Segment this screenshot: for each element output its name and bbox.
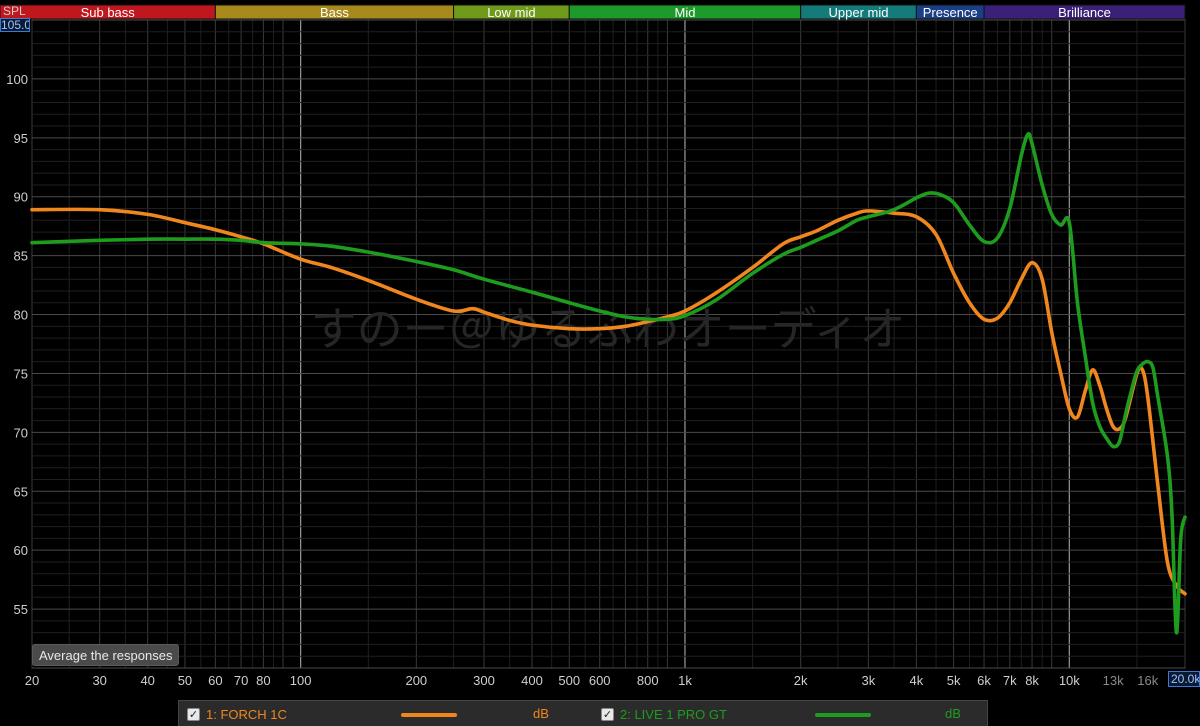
x-tick-label: 100 [290,673,312,688]
frequency-response-app: Sub bass Bass Low mid Mid Upper mid Presence B… [0,0,1200,726]
legend-item-2: ✓ 2: LIVE 1 PRO GT [601,705,727,723]
band-label: Upper mid [829,5,889,20]
x-tick-label: 40 [140,673,154,688]
x-tick-label: 13k [1103,673,1124,688]
legend-swatch-2 [815,713,871,717]
band-label: Presence [923,5,978,20]
legend-label-1: 1: FORCH 1C [206,706,287,722]
x-tick-label: 5k [947,673,961,688]
y-tick-label: 90 [14,190,28,205]
x-tick-label: 16k [1137,673,1158,688]
x-tick-label: 500 [558,673,580,688]
x-tick-label: 70 [234,673,248,688]
x-tick-label: 800 [637,673,659,688]
x-tick-label: 400 [521,673,543,688]
y-tick-label: 80 [14,308,28,323]
y-tick-label: 70 [14,425,28,440]
x-tick-label: 3k [861,673,875,688]
x-tick-label: 60 [208,673,222,688]
x-tick-label: 300 [473,673,495,688]
x-tick-label: 2k [794,673,808,688]
frequency-bands: Sub bass Bass Low mid Mid Upper mid Presence B… [0,4,1186,20]
frequency-response-chart: Sub bass Bass Low mid Mid Upper mid Presence B… [0,0,1200,726]
x-tick-label: 8k [1025,673,1039,688]
legend-bar: ✓ 1: FORCH 1C dB ✓ 2: LIVE 1 PRO GT dB [178,700,988,726]
x-tick-label: 10k [1059,673,1080,688]
band-label: Low mid [487,5,535,20]
band-label: Bass [320,5,349,20]
x-tick-label: 4k [909,673,923,688]
legend-unit-2: dB [945,706,961,721]
y-tick-label: 75 [14,366,28,381]
y-tick-label: 55 [14,602,28,617]
x-tick-label: 30 [92,673,106,688]
band-label: Brilliance [1058,5,1111,20]
y-tick-label: 85 [14,249,28,264]
checkmark-icon: ✓ [602,707,613,721]
x-tick-label: 7k [1003,673,1017,688]
checkmark-icon: ✓ [188,707,199,721]
y-tick-label: 95 [14,131,28,146]
x-tick-label: 1k [678,673,692,688]
y-tick-label: 60 [14,543,28,558]
series-2-checkbox[interactable]: ✓ [601,707,614,721]
y-tick-label: 100 [6,72,28,87]
series-1-checkbox[interactable]: ✓ [187,707,200,721]
y-max-input[interactable]: 105.00 [0,18,30,32]
legend-item-1: ✓ 1: FORCH 1C [187,705,287,723]
legend-label-2: 2: LIVE 1 PRO GT [620,706,727,722]
x-tick-label: 200 [405,673,427,688]
x-tick-label: 6k [977,673,991,688]
band-label: Mid [674,5,695,20]
x-tick-label: 20 [25,673,39,688]
y-tick-label: 65 [14,484,28,499]
x-tick-label: 600 [589,673,611,688]
average-responses-button[interactable]: Average the responses [32,644,180,666]
x-max-input[interactable]: 20.0k [1168,671,1200,687]
legend-swatch-1 [401,713,457,717]
legend-unit-1: dB [533,706,549,721]
band-label: Sub bass [81,5,136,20]
y-axis-unit-label: SPL [3,4,26,18]
x-tick-label: 50 [178,673,192,688]
x-tick-label: 80 [256,673,270,688]
